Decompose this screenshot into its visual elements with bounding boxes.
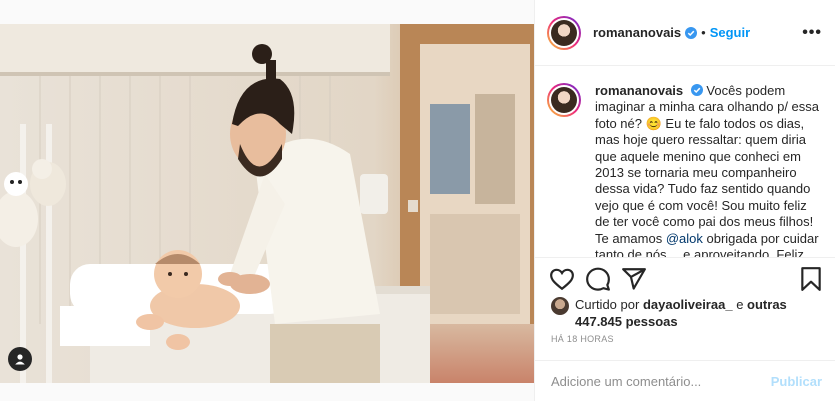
comments-area[interactable]: romananovais Vocês podem imaginar a minh…	[535, 67, 835, 257]
caption-text: romananovais Vocês podem imaginar a minh…	[595, 83, 820, 257]
caption-author-avatar[interactable]	[547, 83, 581, 117]
likes-summary: Curtido por dayaoliveiraa_ e outras 447.…	[551, 296, 826, 330]
comment-input[interactable]	[551, 373, 771, 389]
add-comment-bar: Publicar	[535, 360, 835, 401]
user-silhouette-icon	[15, 354, 25, 365]
heart-icon[interactable]	[549, 266, 575, 292]
comment-icon[interactable]	[585, 266, 611, 292]
caption-comment: romananovais Vocês podem imaginar a minh…	[547, 83, 820, 257]
likes-connector: e	[736, 297, 744, 312]
caption-body: Vocês podem imaginar a minha cara olhand…	[595, 83, 820, 246]
bookmark-icon[interactable]	[798, 266, 824, 292]
author-avatar[interactable]	[547, 15, 581, 50]
more-options-icon[interactable]: •••	[802, 24, 822, 42]
caption-verified-icon	[690, 84, 703, 96]
post-side-panel: romananovais • Seguir ••• romananovais V…	[534, 0, 835, 401]
post-timestamp[interactable]: HÁ 18 HORAS	[551, 334, 614, 344]
liker-avatar[interactable]	[551, 297, 569, 315]
verified-icon	[685, 26, 698, 39]
post-header: romananovais • Seguir •••	[535, 0, 835, 66]
publish-button[interactable]: Publicar	[771, 374, 822, 389]
action-bar	[535, 257, 835, 299]
post-photo-illustration	[0, 24, 534, 383]
caption-mention-link[interactable]: @alok	[666, 231, 703, 246]
separator-dot: •	[701, 25, 706, 40]
instagram-post-modal: romananovais • Seguir ••• romananovais V…	[0, 0, 835, 401]
likes-prefix: Curtido por	[575, 297, 640, 312]
liker-username[interactable]: dayaoliveiraa_	[643, 297, 733, 312]
user-tag-icon[interactable]	[8, 347, 32, 371]
post-photo[interactable]	[0, 24, 534, 383]
caption-author[interactable]: romananovais	[595, 83, 683, 98]
share-icon[interactable]	[621, 266, 647, 292]
author-username[interactable]: romananovais	[593, 25, 681, 40]
follow-button[interactable]: Seguir	[710, 25, 750, 40]
